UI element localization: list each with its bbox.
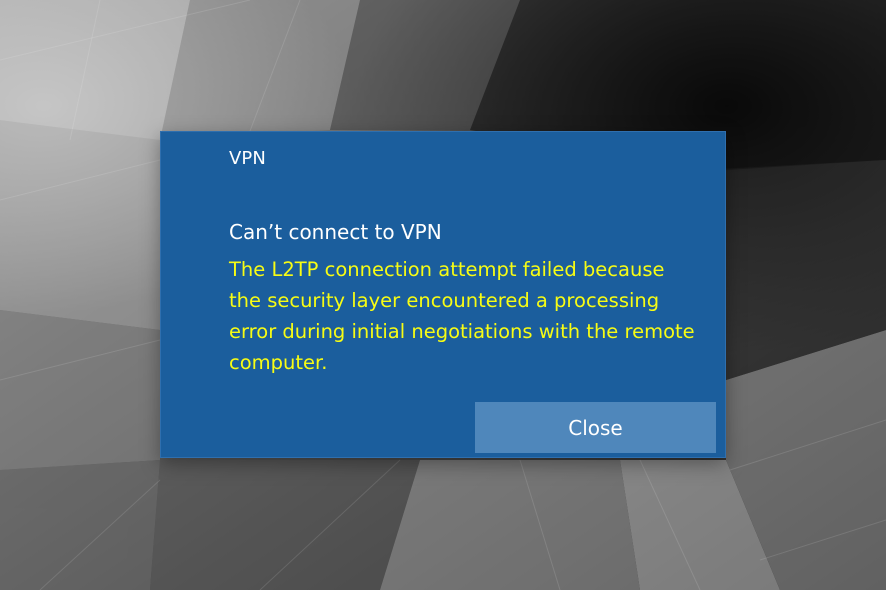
vpn-error-dialog: VPN Can’t connect to VPN The L2TP connec… [160,131,726,458]
dialog-title: VPN [229,148,266,169]
dialog-heading: Can’t connect to VPN [229,220,442,244]
close-button[interactable]: Close [475,402,716,453]
error-message: The L2TP connection attempt failed becau… [229,258,695,374]
